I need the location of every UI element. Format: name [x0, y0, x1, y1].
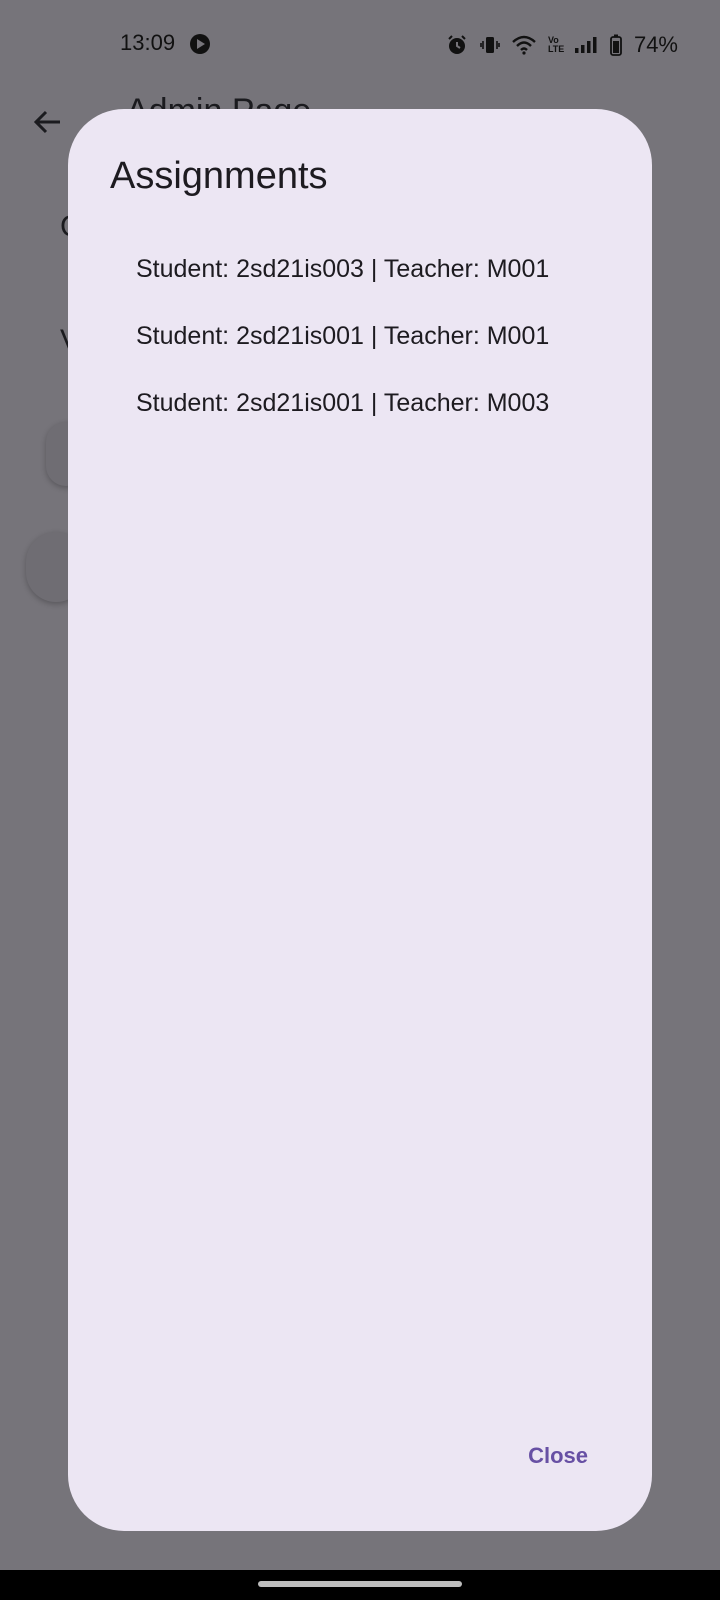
- assignment-item: Student: 2sd21is003 | Teacher: M001: [136, 255, 550, 283]
- assignment-item: Student: 2sd21is001 | Teacher: M003: [136, 389, 550, 417]
- status-bar: 13:09 Vo LTE 74%: [0, 0, 720, 92]
- vibrate-icon: [480, 37, 500, 53]
- battery-percentage: 74%: [633, 32, 678, 57]
- gesture-handle[interactable]: [258, 1581, 462, 1587]
- back-arrow-icon[interactable]: [32, 106, 64, 138]
- assignment-list: Student: 2sd21is003 | Teacher: M001 Stud…: [136, 249, 576, 450]
- assignment-item: Student: 2sd21is001 | Teacher: M001: [136, 322, 550, 350]
- assignments-dialog: Assignments Student: 2sd21is003 | Teache…: [68, 109, 652, 1531]
- signal-icon: [574, 37, 597, 53]
- media-play-icon: [190, 34, 210, 54]
- alarm-icon: [448, 35, 466, 54]
- dialog-title: Assignments: [110, 155, 328, 197]
- battery-icon: [610, 34, 622, 56]
- status-icons: Vo LTE 74%: [446, 32, 678, 58]
- navigation-bar: [0, 1570, 720, 1600]
- volte-label: Vo LTE: [547, 35, 565, 54]
- status-time: 13:09: [120, 30, 176, 55]
- close-button[interactable]: Close: [512, 1435, 604, 1477]
- wifi-icon: [512, 35, 536, 55]
